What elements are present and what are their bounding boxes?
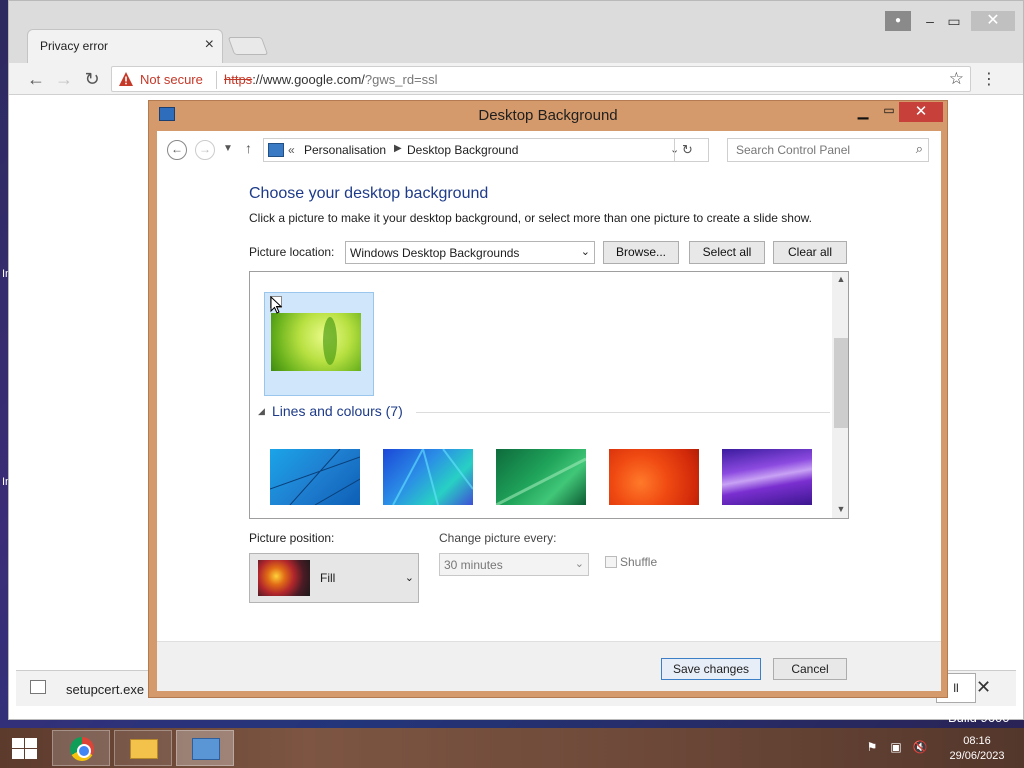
windows-start-icon[interactable]	[12, 738, 38, 760]
chevron-down-icon: ⌄	[404, 572, 414, 584]
wallpaper-thumbnail[interactable]	[609, 449, 699, 505]
tab-strip: Privacy error × ● – ▭ ✕	[9, 1, 1023, 63]
forward-arrow-icon[interactable]: →	[195, 140, 215, 160]
chevron-down-icon: ⌄	[580, 246, 590, 258]
taskbar-chrome-button[interactable]	[52, 730, 110, 766]
reload-icon[interactable]: ↻	[81, 68, 103, 90]
chevron-down-icon: ⌄	[574, 558, 584, 570]
cancel-button[interactable]: Cancel	[773, 658, 847, 680]
scrollbar-thumb[interactable]	[834, 338, 848, 428]
wallpaper-thumbnail[interactable]	[383, 446, 474, 506]
omnibox[interactable]: Not secure https://www.google.com/?gws_r…	[111, 66, 971, 92]
clear-all-button[interactable]: Clear all	[773, 241, 847, 264]
back-arrow-icon[interactable]: ←	[167, 140, 187, 160]
warning-icon	[119, 72, 133, 86]
minimize-icon[interactable]: –	[917, 11, 943, 31]
group-title: Lines and colours (7)	[272, 403, 403, 419]
taskbar-clock[interactable]: 08:16 29/06/2023	[944, 734, 1010, 764]
chrome-menu-icon[interactable]: ⋮	[981, 69, 997, 89]
window-body: ← → ▼ ↑ « Personalisation ▶ Desktop Back…	[157, 131, 941, 691]
picture-location-select[interactable]: Windows Desktop Backgrounds ⌄	[345, 241, 595, 264]
back-arrow-icon[interactable]: ←	[25, 68, 47, 90]
change-picture-value: 30 minutes	[444, 558, 503, 572]
desktop-background-window: Desktop Background ▁ ▭ ✕ ← → ▼ ↑ « Perso…	[148, 100, 948, 698]
group-divider	[416, 412, 830, 413]
security-status[interactable]: Not secure	[140, 72, 203, 87]
control-panel-icon	[268, 143, 284, 157]
search-icon[interactable]: ⌕	[916, 141, 923, 157]
shuffle-checkbox[interactable]	[605, 556, 617, 568]
change-picture-select[interactable]: 30 minutes ⌄	[439, 553, 589, 576]
tab-close-icon[interactable]: ×	[205, 36, 214, 54]
breadcrumb-separator-icon[interactable]: ▶	[394, 143, 402, 154]
picture-position-select[interactable]: Fill ⌄	[249, 553, 419, 603]
build-watermark: Build 9600	[948, 710, 1010, 725]
action-center-flag-icon[interactable]: ⚑	[864, 740, 880, 756]
close-icon[interactable]: ✕	[899, 102, 943, 122]
picture-location-value: Windows Desktop Backgrounds	[350, 246, 520, 260]
forward-arrow-icon[interactable]: →	[53, 68, 75, 90]
close-icon[interactable]: ✕	[971, 11, 1015, 31]
browser-toolbar: ← → ↻ Not secure https://www.google.com/…	[9, 63, 1023, 95]
taskbar-control-panel-button[interactable]	[176, 730, 234, 766]
search-placeholder: Search Control Panel	[736, 143, 851, 157]
network-icon[interactable]: ▣	[888, 740, 904, 756]
mouse-cursor-icon	[270, 296, 283, 314]
address-row: ← → ▼ ↑ « Personalisation ▶ Desktop Back…	[157, 131, 941, 169]
taskbar: ⚑ ▣ 🔇 08:16 29/06/2023	[0, 728, 1024, 768]
picture-position-value: Fill	[320, 571, 336, 585]
chrome-icon	[70, 737, 94, 761]
page-title: Choose your desktop background	[249, 185, 489, 202]
taskbar-explorer-button[interactable]	[114, 730, 172, 766]
collapse-triangle-icon[interactable]: ◢	[258, 406, 265, 417]
clock-time: 08:16	[963, 735, 991, 747]
picture-location-label: Picture location:	[249, 245, 335, 259]
flower-preview-image	[258, 560, 310, 596]
up-arrow-icon[interactable]: ↑	[245, 140, 252, 156]
change-picture-label: Change picture every:	[439, 531, 557, 545]
wallpaper-thumbnail[interactable]	[269, 448, 361, 506]
wallpaper-thumbnail[interactable]	[495, 449, 587, 507]
tab-privacy-error[interactable]: Privacy error ×	[27, 29, 223, 63]
gallery-scrollbar[interactable]: ▲ ▼	[832, 272, 848, 518]
clock-date: 29/06/2023	[949, 750, 1005, 762]
scroll-down-icon[interactable]: ▼	[832, 504, 848, 518]
select-all-button[interactable]: Select all	[689, 241, 765, 264]
maximize-icon[interactable]: ▭	[941, 11, 967, 31]
download-file-name[interactable]: setupcert.exe	[66, 682, 144, 697]
wallpaper-image	[271, 313, 361, 371]
breadcrumb-personalisation[interactable]: Personalisation	[304, 143, 386, 157]
breadcrumb-overflow[interactable]: «	[288, 143, 295, 157]
url-text[interactable]: https://www.google.com/?gws_rd=ssl	[224, 72, 438, 87]
search-input[interactable]: Search Control Panel ⌕	[727, 138, 929, 162]
picture-position-label: Picture position:	[249, 531, 335, 545]
control-panel-icon	[192, 738, 220, 760]
new-tab-button[interactable]	[227, 37, 269, 55]
group-header[interactable]: ◢ Lines and colours (7)	[258, 403, 830, 423]
speaker-muted-icon[interactable]: 🔇	[912, 740, 928, 756]
breadcrumb-desktop-background[interactable]: Desktop Background	[407, 143, 518, 157]
picture-gallery: ◢ Lines and colours (7) ▲ ▼	[249, 271, 849, 519]
shuffle-label: Shuffle	[620, 555, 658, 569]
refresh-icon[interactable]: ↻	[674, 139, 700, 161]
page-description: Click a picture to make it your desktop …	[249, 211, 812, 225]
dialog-footer: Save changes Cancel	[157, 641, 941, 691]
save-changes-button[interactable]: Save changes	[661, 658, 761, 680]
chevron-down-icon[interactable]: ▼	[223, 143, 233, 154]
minimize-icon[interactable]: ▁	[849, 103, 877, 121]
scroll-up-icon[interactable]: ▲	[832, 274, 848, 290]
folder-icon	[130, 739, 158, 759]
wallpaper-thumbnail[interactable]	[722, 449, 812, 505]
address-bar[interactable]: « Personalisation ▶ Desktop Background ⌄…	[263, 138, 709, 162]
omnibox-separator	[216, 71, 217, 89]
file-icon	[30, 680, 46, 694]
tab-title: Privacy error	[40, 39, 109, 53]
user-profile-icon[interactable]: ●	[885, 11, 911, 31]
bookmark-star-icon[interactable]: ☆	[949, 69, 964, 89]
download-bar-close-icon[interactable]: ✕	[976, 677, 991, 698]
window-title: Desktop Background	[478, 107, 618, 124]
browse-button[interactable]: Browse...	[603, 241, 679, 264]
